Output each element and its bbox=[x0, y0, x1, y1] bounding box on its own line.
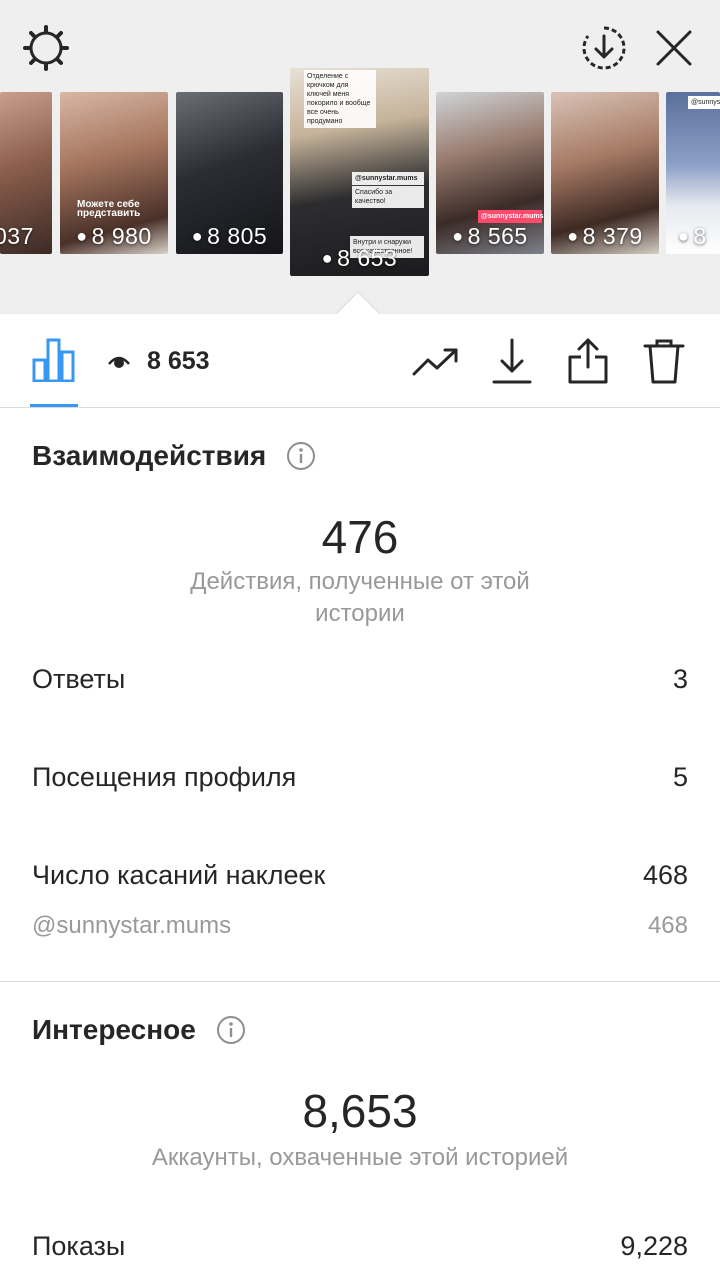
bar-chart-icon[interactable] bbox=[30, 336, 78, 384]
story-view-count: 037 bbox=[0, 223, 34, 249]
insights-toolbar: 8 653 bbox=[0, 314, 720, 408]
view-count-value: 8 653 bbox=[147, 346, 210, 375]
story-sticker: @sunnys bbox=[688, 96, 720, 109]
discovery-description: Аккаунты, охваченные этой историей bbox=[151, 1144, 569, 1171]
story-view-count: ● 8 653 bbox=[321, 245, 398, 271]
discovery-total: 8,653 bbox=[302, 1085, 418, 1137]
story-view-count: ● 8 bbox=[678, 223, 707, 249]
info-icon[interactable] bbox=[286, 441, 316, 471]
stat-row-sticker-account[interactable]: @sunnystar.mums 468 bbox=[32, 912, 688, 940]
close-icon[interactable] bbox=[648, 22, 700, 74]
stat-row-sticker-taps: Число касаний наклеек 468 bbox=[32, 860, 688, 891]
active-tab-indicator bbox=[30, 404, 78, 407]
stat-label: Показы bbox=[32, 1231, 126, 1261]
story-view-count: ● 8 379 bbox=[567, 223, 643, 249]
trash-icon[interactable] bbox=[642, 336, 686, 386]
sticker-account-value: 468 bbox=[647, 912, 688, 939]
interactions-section-title: Взаимодействия bbox=[32, 440, 316, 472]
eye-icon: ● bbox=[452, 226, 464, 246]
story-strip: 037 Можете себе представить ● 8 980 ● 8 80… bbox=[0, 0, 720, 314]
eye-icon: ● bbox=[678, 226, 690, 246]
story-thumbnail[interactable]: @sunnys ● 8 bbox=[666, 92, 720, 254]
info-icon[interactable] bbox=[216, 1015, 246, 1045]
story-caption: Отделение с крючком для ключей меня поко… bbox=[304, 70, 376, 128]
story-thumbnail[interactable]: Можете себе представить ● 8 980 bbox=[60, 92, 168, 254]
stat-value: 468 bbox=[642, 860, 688, 890]
stat-label: Число касаний наклеек bbox=[32, 860, 326, 890]
story-caption: Можете себе представить bbox=[77, 199, 141, 219]
trending-icon[interactable] bbox=[412, 338, 460, 386]
story-thumbnail[interactable]: ● 8 805 bbox=[176, 92, 283, 254]
stat-row-impressions: Показы 9,228 bbox=[32, 1231, 688, 1262]
eye-icon: ● bbox=[321, 248, 334, 268]
eye-icon: ● bbox=[567, 226, 579, 246]
section-divider bbox=[0, 981, 720, 982]
interactions-description: Действия, полученные от этой истории bbox=[190, 568, 530, 627]
story-sticker: @sunnystar.mums bbox=[352, 172, 424, 185]
story-sticker: @sunnystar.mums bbox=[478, 210, 543, 223]
stat-value: 5 bbox=[672, 762, 688, 792]
interactions-total: 476 bbox=[321, 511, 399, 563]
story-thumbnail[interactable]: 037 bbox=[0, 92, 52, 254]
story-view-count: ● 8 805 bbox=[191, 223, 268, 249]
stat-value: 9,228 bbox=[620, 1231, 688, 1261]
stat-label: Посещения профиля bbox=[32, 762, 297, 792]
discovery-section-title: Интересное bbox=[32, 1014, 246, 1046]
interactions-title-text: Взаимодействия bbox=[32, 440, 267, 471]
story-thumbnail[interactable]: ● 8 379 bbox=[551, 92, 659, 254]
story-thumbnail[interactable]: @sunnystar.mums ● 8 565 bbox=[436, 92, 544, 254]
sticker-account-label: @sunnystar.mums bbox=[32, 912, 232, 939]
eye-icon: ● bbox=[191, 226, 204, 246]
story-thumbnail-selected[interactable]: Отделение с крючком для ключей меня поко… bbox=[290, 68, 429, 276]
stat-row-profile-visits: Посещения профиля 5 bbox=[32, 762, 688, 793]
share-icon[interactable] bbox=[566, 336, 610, 386]
eye-icon bbox=[108, 350, 130, 372]
stat-value: 3 bbox=[672, 664, 688, 694]
download-circle-icon[interactable] bbox=[578, 22, 630, 74]
story-caption: Спасибо за качество! bbox=[352, 186, 424, 208]
eye-icon: ● bbox=[76, 226, 88, 246]
settings-gear-icon[interactable] bbox=[20, 22, 72, 74]
selection-pointer bbox=[336, 292, 380, 314]
download-icon[interactable] bbox=[490, 336, 534, 386]
story-view-count: ● 8 980 bbox=[76, 223, 152, 249]
story-view-count: ● 8 565 bbox=[452, 223, 528, 249]
stat-label: Ответы bbox=[32, 664, 126, 694]
total-views: 8 653 bbox=[108, 346, 210, 376]
stat-row-replies: Ответы 3 bbox=[32, 664, 688, 695]
discovery-title-text: Интересное bbox=[32, 1014, 196, 1045]
